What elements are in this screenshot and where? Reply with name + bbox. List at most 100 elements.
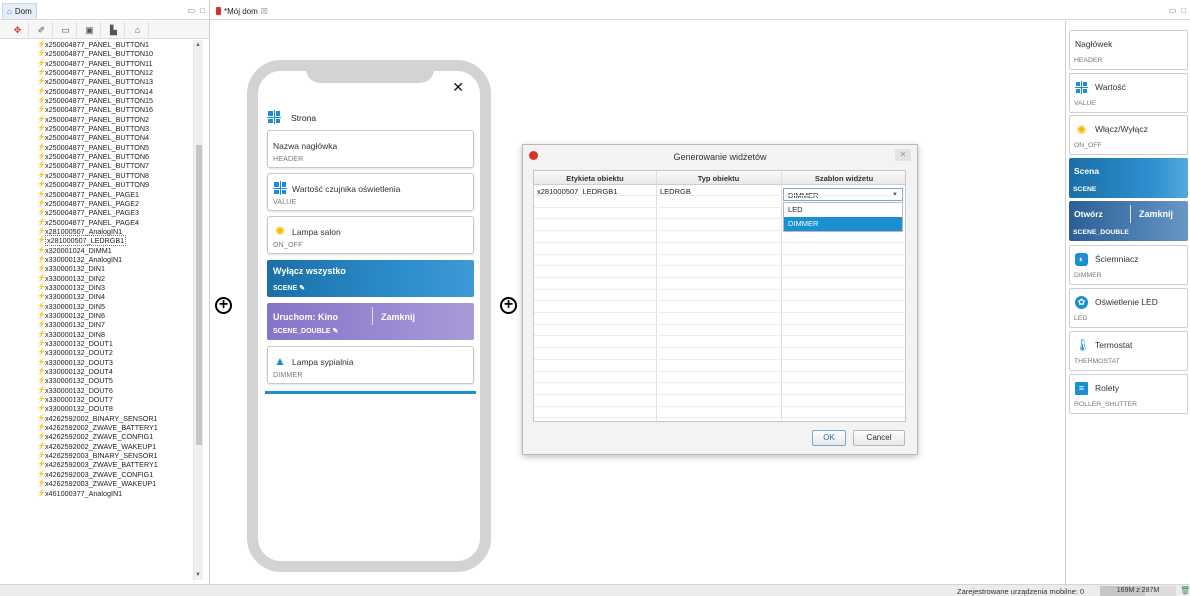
tree-item[interactable]: ⚡ x4262592002_ZWAVE_BATTERY1 (0, 423, 193, 432)
tree-item[interactable]: ⚡ x330000132_DIN1 (0, 264, 193, 273)
table-row[interactable] (534, 337, 905, 349)
tab-moj-dom[interactable]: *Mój dom ☒ (212, 3, 272, 19)
cancel-button[interactable]: Cancel (853, 430, 905, 446)
ok-button[interactable]: OK (812, 430, 846, 446)
minimize-icon[interactable]: ▭ (188, 6, 196, 15)
garbage-collect-icon[interactable]: 🗑 (1180, 586, 1190, 595)
tab-dom[interactable]: ⌂ Dom (2, 3, 37, 19)
tree-item[interactable]: ⚡ x250004877_PANEL_BUTTON14 (0, 87, 193, 96)
tree-item[interactable]: ⚡ x250004877_PANEL_BUTTON16 (0, 105, 193, 114)
widget-scene[interactable]: Wyłącz wszystko SCENE ✎ (267, 260, 474, 297)
tree-item[interactable]: ⚡ x250004877_PANEL_BUTTON13 (0, 77, 193, 86)
tree-item[interactable]: ⚡ x250004877_PANEL_BUTTON1 (0, 40, 193, 49)
palette-scene-double[interactable]: Otwórz Zamknij SCENE_DOUBLE (1069, 201, 1188, 241)
palette-on-off[interactable]: ✺ Włącz/Wyłącz ON_OFF (1069, 115, 1188, 155)
tree-item[interactable]: ⚡ x250004877_PANEL_BUTTON10 (0, 49, 193, 58)
table-row[interactable] (534, 267, 905, 278)
table-row[interactable] (534, 372, 905, 384)
tree-item[interactable]: ⚡ x330000132_DOUT7 (0, 395, 193, 404)
device-icon[interactable]: ▙ (103, 22, 125, 38)
dropdown-option[interactable]: DIMMER (784, 217, 902, 231)
tree-item[interactable]: ⚡ x330000132_AnalogIN1 (0, 255, 193, 264)
cube-icon[interactable]: ▣ (79, 22, 101, 38)
tree-item[interactable]: ⚡ x4262592003_BINARY_SENSOR1 (0, 451, 193, 460)
tree-item[interactable]: ⚡ x250004877_PANEL_BUTTON4 (0, 133, 193, 142)
tree-item[interactable]: ⚡ x281000507_LEDRGB1 (0, 235, 193, 247)
table-row[interactable] (534, 244, 905, 255)
column-header[interactable]: Typ obiektu (656, 174, 781, 183)
table-row[interactable] (534, 325, 905, 337)
maximize-icon[interactable]: □ (200, 6, 205, 15)
tree-item[interactable]: ⚡ x4262592003_ZWAVE_BATTERY1 (0, 460, 193, 469)
dropdown-option[interactable]: LED (784, 203, 902, 217)
tree-item[interactable]: ⚡ x330000132_DOUT5 (0, 376, 193, 385)
minimize-icon[interactable]: ▭ (1169, 6, 1177, 15)
add-left-icon[interactable]: + (215, 297, 232, 314)
table-row[interactable] (534, 185, 905, 196)
tree-item[interactable]: ⚡ x330000132_DIN4 (0, 292, 193, 301)
home-icon[interactable]: ⌂ (127, 22, 149, 38)
tree-item[interactable]: ⚡ x250004877_PANEL_BUTTON7 (0, 161, 193, 170)
tree-item[interactable]: ⚡ x330000132_DOUT8 (0, 404, 193, 413)
table-row[interactable] (534, 290, 905, 302)
palette-header[interactable]: Nagłówek HEADER (1069, 30, 1188, 70)
tree-item[interactable]: ⚡ x330000132_DIN5 (0, 302, 193, 311)
palette-thermostat[interactable]: 🌡 Termostat THERMOSTAT (1069, 331, 1188, 371)
table-row[interactable] (534, 396, 905, 407)
tree-item[interactable]: ⚡ x250004877_PANEL_BUTTON12 (0, 68, 193, 77)
maximize-icon[interactable]: □ (1181, 6, 1186, 15)
palette-scene[interactable]: Scena SCENE (1069, 158, 1188, 198)
tree-item[interactable]: ⚡ x4262592002_BINARY_SENSOR1 (0, 414, 193, 423)
palette-dimmer[interactable]: ◐ Ściemniacz DIMMER (1069, 245, 1188, 285)
tree-item[interactable]: ⚡ x250004877_PANEL_BUTTON15 (0, 96, 193, 105)
tree-item[interactable]: ⚡ x461000377_AnalogIN1 (0, 489, 193, 498)
tree-item[interactable]: ⚡ x250004877_PANEL_PAGE2 (0, 199, 193, 208)
device-tree[interactable]: ⚡ x250004877_PANEL_BUTTON1 ⚡ x250004877_PAN… (0, 40, 193, 580)
tree-item[interactable]: ⚡ x250004877_PANEL_PAGE4 (0, 218, 193, 227)
tree-item[interactable]: ⚡ x250004877_PANEL_PAGE3 (0, 208, 193, 217)
add-right-icon[interactable]: + (500, 297, 517, 314)
tree-item[interactable]: ⚡ x250004877_PANEL_BUTTON11 (0, 59, 193, 68)
tree-item[interactable]: ⚡ x330000132_DOUT3 (0, 358, 193, 367)
tree-item[interactable]: ⚡ x330000132_DOUT6 (0, 386, 193, 395)
scroll-down-icon[interactable]: ▼ (195, 572, 201, 578)
close-icon[interactable]: ✕ (895, 149, 911, 161)
palette-roller-shutter[interactable]: ≡ Rolety ROLLER_SHUTTER (1069, 374, 1188, 414)
widget-dimmer[interactable]: ▲ Lampa sypialnia DIMMER (267, 346, 474, 384)
widget-header[interactable]: Nazwa nagłówka HEADER (267, 130, 474, 168)
tree-item[interactable]: ⚡ x330000132_DIN7 (0, 320, 193, 329)
tree-item[interactable]: ⚡ x4262592003_ZWAVE_CONFIG1 (0, 470, 193, 479)
table-row[interactable] (534, 302, 905, 313)
table-row[interactable] (534, 349, 905, 360)
tree-item[interactable]: ⚡ x330000132_DOUT1 (0, 339, 193, 348)
table-row[interactable] (534, 314, 905, 325)
table-row[interactable] (534, 407, 905, 419)
page-item[interactable]: Strona (267, 108, 467, 128)
close-icon[interactable]: ✕ (452, 79, 464, 96)
table-row[interactable] (534, 361, 905, 372)
widget-scene-double[interactable]: Uruchom: Kino Zamknij SCENE_DOUBLE ✎ (267, 303, 474, 340)
tree-item[interactable]: ⚡ x330000132_DIN8 (0, 330, 193, 339)
tree-item[interactable]: ⚡ x250004877_PANEL_BUTTON2 (0, 115, 193, 124)
scroll-thumb[interactable] (196, 145, 202, 445)
scroll-up-icon[interactable]: ▲ (195, 42, 201, 48)
palette-value[interactable]: Wartość VALUE (1069, 73, 1188, 113)
tree-item[interactable]: ⚡ x330000132_DOUT2 (0, 348, 193, 357)
tree-item[interactable]: ⚡ x330000132_DIN3 (0, 283, 193, 292)
tree-item[interactable]: ⚡ x4262592003_ZWAVE_WAKEUP1 (0, 479, 193, 488)
tree-item[interactable]: ⚡ x250004877_PANEL_BUTTON3 (0, 124, 193, 133)
table-row[interactable] (534, 232, 905, 243)
palette-led[interactable]: ✿ Oświetlenie LED LED (1069, 288, 1188, 328)
tree-item[interactable]: ⚡ x250004877_PANEL_BUTTON6 (0, 152, 193, 161)
table-row[interactable] (534, 384, 905, 395)
tree-item[interactable]: ⚡ x250004877_PANEL_BUTTON8 (0, 171, 193, 180)
table-row[interactable] (534, 279, 905, 290)
tree-item[interactable]: ⚡ x4262592002_ZWAVE_WAKEUP1 (0, 442, 193, 451)
tree-item[interactable]: ⚡ x330000132_DIN2 (0, 274, 193, 283)
tree-item[interactable]: ⚡ x250004877_PANEL_PAGE1 (0, 190, 193, 199)
tree-item[interactable]: ⚡ x320001024_DIMM1 (0, 246, 193, 255)
tree-item[interactable]: ⚡ x250004877_PANEL_BUTTON9 (0, 180, 193, 189)
column-header[interactable]: Etykieta obiektu (534, 174, 656, 183)
tree-item[interactable]: ⚡ x250004877_PANEL_BUTTON5 (0, 143, 193, 152)
table-row[interactable] (534, 255, 905, 267)
